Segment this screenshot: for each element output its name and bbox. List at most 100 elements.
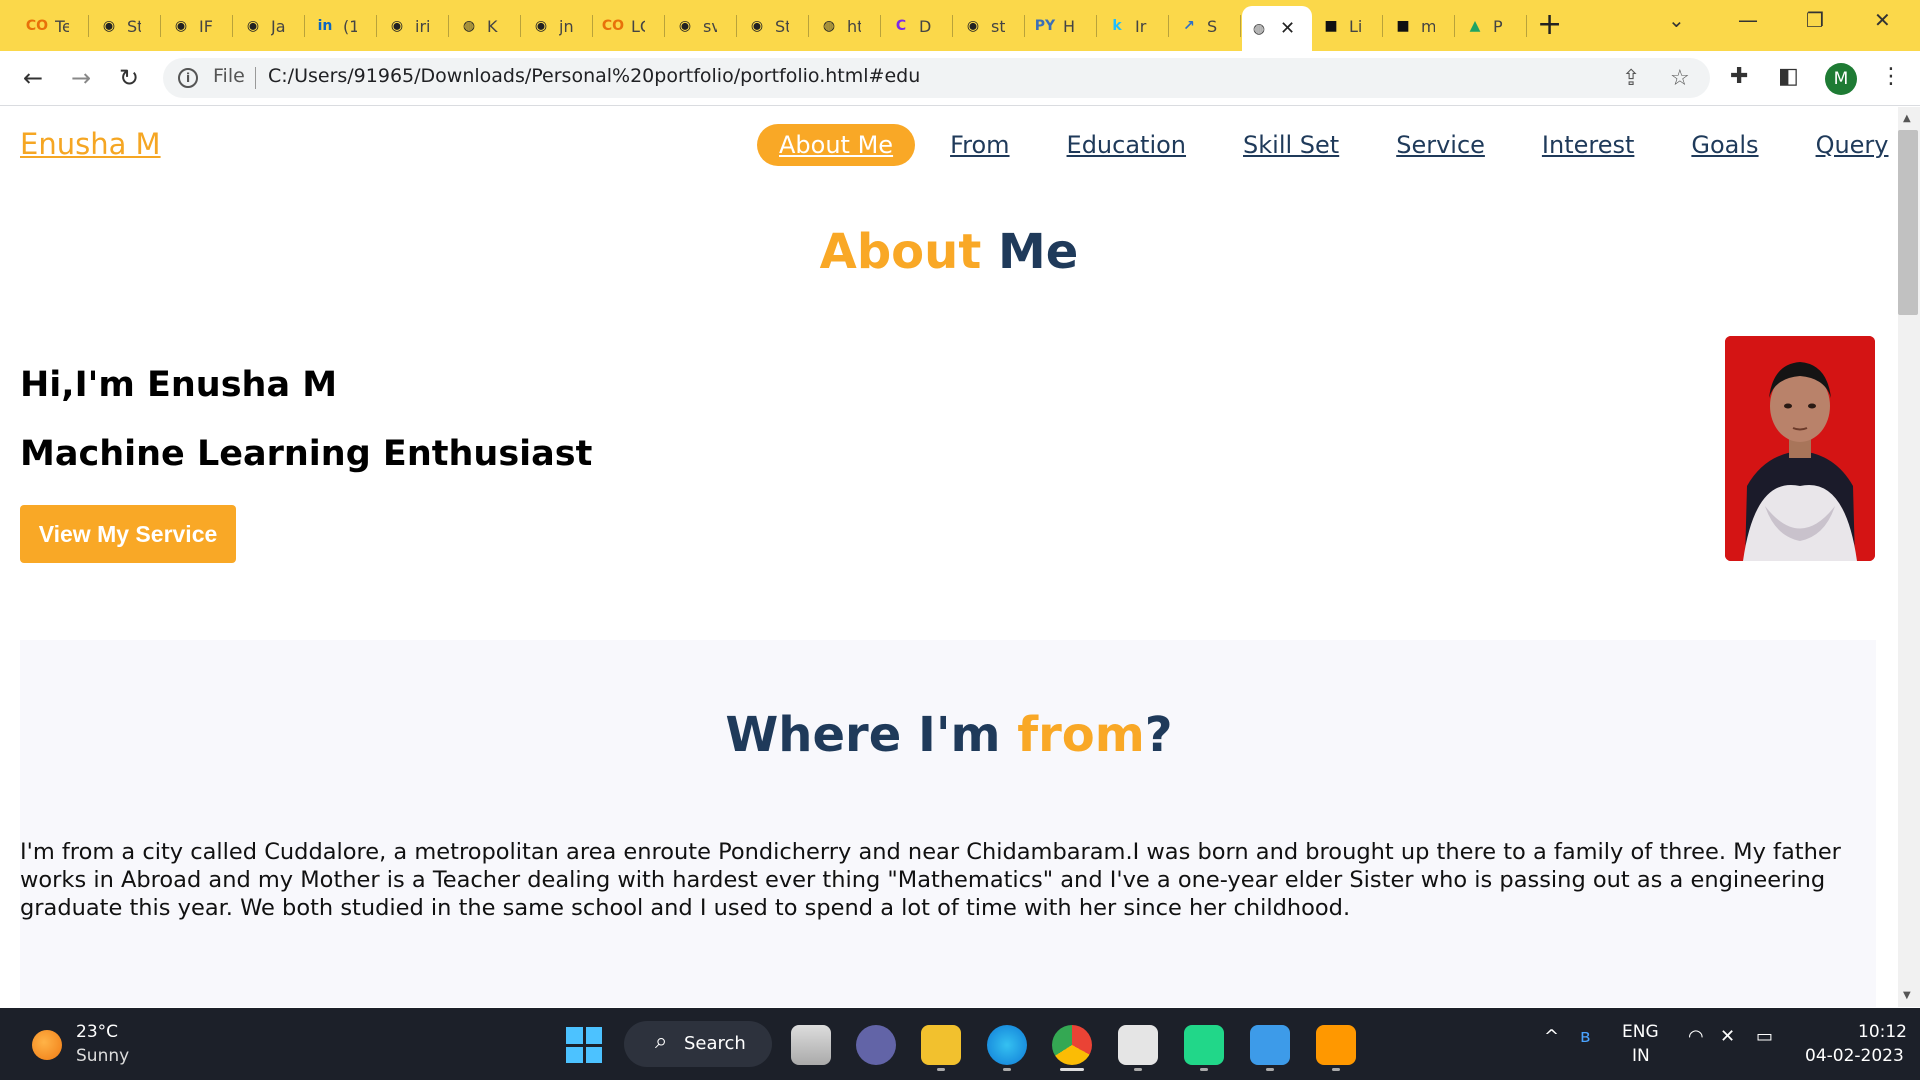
browser-tab[interactable]: ◍ K	[452, 9, 518, 43]
close-tab-icon[interactable]: ✕	[1280, 18, 1295, 39]
browser-tab[interactable]: ▲ P	[1458, 9, 1524, 43]
from-title-part-b: ?	[1144, 707, 1173, 763]
browser-tab[interactable]: ■ m	[1386, 9, 1452, 43]
site-info-icon[interactable]: i	[178, 68, 198, 88]
tab-title: m	[1421, 16, 1435, 36]
edge-browser-icon[interactable]	[987, 1025, 1027, 1065]
dark-app-icon: ■	[1396, 18, 1410, 34]
tab-search-icon[interactable]: ⌄	[1668, 8, 1685, 32]
tab-separator	[808, 15, 809, 37]
python-file-icon[interactable]	[1118, 1025, 1158, 1065]
show-hidden-icons-icon[interactable]: ^	[1544, 1026, 1559, 1047]
dark-app-icon: ■	[1324, 18, 1338, 34]
start-button-icon[interactable]	[566, 1027, 602, 1063]
browser-tab[interactable]: ◉ st	[956, 9, 1022, 43]
weather-temperature[interactable]: 23°C	[76, 1022, 118, 1042]
tab-title: St	[127, 16, 141, 36]
nav-education[interactable]: Education	[1067, 124, 1186, 166]
from-section	[20, 640, 1876, 1007]
nav-query[interactable]: Query	[1816, 124, 1889, 166]
language-indicator-bottom[interactable]: IN	[1632, 1046, 1650, 1066]
scroll-up-arrow-icon[interactable]: ▲	[1903, 113, 1911, 124]
globe-icon: ◍	[822, 18, 836, 34]
browser-tab[interactable]: ◉ Ja	[236, 9, 302, 43]
kaggle-icon: k	[1112, 18, 1122, 34]
tab-title: sv	[703, 16, 717, 36]
omnibox-divider	[255, 67, 256, 89]
scheme-label: File	[213, 65, 245, 87]
back-icon[interactable]: ←	[16, 61, 50, 95]
about-title-rest: Me	[981, 224, 1079, 280]
new-tab-button[interactable]: +	[1537, 10, 1562, 40]
browser-tab[interactable]: ◉ St	[740, 9, 806, 43]
clock-time[interactable]: 10:12	[1858, 1022, 1907, 1042]
side-panel-icon[interactable]: ◧	[1778, 64, 1799, 89]
canva-icon: C	[895, 18, 907, 34]
chrome-browser-icon[interactable]	[1052, 1025, 1092, 1065]
file-explorer-icon[interactable]	[921, 1025, 961, 1065]
pycharm-running-dot	[1200, 1068, 1208, 1071]
restore-icon[interactable]: ❐	[1806, 8, 1824, 32]
tab-title: IF	[199, 16, 213, 36]
extensions-icon[interactable]: ✚	[1730, 64, 1748, 89]
github-icon: ◉	[966, 18, 980, 34]
bluetooth-icon[interactable]: ʙ	[1580, 1026, 1590, 1047]
tab-title: iri	[415, 16, 429, 36]
reload-icon[interactable]: ↻	[112, 61, 146, 95]
minimize-icon[interactable]: —	[1738, 8, 1758, 32]
browser-tab[interactable]: ↗ S	[1172, 9, 1238, 43]
volume-muted-icon[interactable]: ✕	[1720, 1026, 1735, 1047]
from-title-part-a: Where I'm	[725, 707, 1018, 763]
tab-title: K	[487, 16, 498, 36]
browser-tab[interactable]: in (1	[308, 9, 374, 43]
browser-tab[interactable]: k Ir	[1100, 9, 1166, 43]
tab-title: (1	[343, 16, 357, 36]
language-indicator-top[interactable]: ENG	[1622, 1022, 1659, 1042]
tab-separator	[1382, 15, 1383, 37]
nav-from[interactable]: From	[950, 124, 1009, 166]
browser-tab[interactable]: CD	[884, 9, 950, 43]
weather-description[interactable]: Sunny	[76, 1046, 129, 1066]
active-browser-tab[interactable]: ◍ ✕	[1242, 6, 1312, 51]
taskbar-search[interactable]: Search	[624, 1021, 772, 1067]
browser-tab[interactable]: PY H	[1028, 9, 1094, 43]
sublime-running-dot	[1332, 1068, 1340, 1071]
browser-tab[interactable]: ◉ St	[92, 9, 158, 43]
weather-sun-icon[interactable]	[32, 1030, 62, 1060]
profile-avatar[interactable]: M	[1825, 63, 1857, 95]
browser-tab[interactable]: ◍ ht	[812, 9, 878, 43]
browser-tab[interactable]: ◉ jn	[524, 9, 590, 43]
battery-icon[interactable]: ▭	[1756, 1026, 1773, 1047]
clock-date[interactable]: 04-02-2023	[1805, 1046, 1904, 1066]
bookmark-star-icon[interactable]: ☆	[1670, 66, 1690, 91]
site-logo-link[interactable]: Enusha M	[20, 127, 161, 161]
nav-goals[interactable]: Goals	[1691, 124, 1758, 166]
browser-tab[interactable]: ◉ sv	[668, 9, 734, 43]
nav-service[interactable]: Service	[1396, 124, 1485, 166]
task-view-icon[interactable]	[791, 1025, 831, 1065]
browser-tab[interactable]: ◉ iri	[380, 9, 446, 43]
url-text[interactable]: C:/Users/91965/Downloads/Personal%20port…	[268, 65, 920, 87]
github-icon: ◉	[102, 18, 116, 34]
scrollbar-thumb[interactable]	[1898, 130, 1918, 315]
share-icon[interactable]: ⇪	[1622, 66, 1640, 91]
nav-interest[interactable]: Interest	[1542, 124, 1634, 166]
teams-chat-icon[interactable]	[856, 1025, 896, 1065]
nav-about-me[interactable]: About Me	[757, 124, 916, 166]
browser-tab[interactable]: CO LC	[596, 9, 662, 43]
wifi-icon[interactable]: ◠	[1688, 1026, 1704, 1047]
forward-icon[interactable]: →	[64, 61, 98, 95]
tab-separator	[880, 15, 881, 37]
close-window-icon[interactable]: ✕	[1874, 8, 1891, 32]
sublime-text-icon[interactable]	[1316, 1025, 1356, 1065]
scroll-down-arrow-icon[interactable]: ▼	[1903, 990, 1911, 1001]
nav-skill-set[interactable]: Skill Set	[1243, 124, 1339, 166]
pycharm-icon[interactable]	[1184, 1025, 1224, 1065]
tab-title: Ir	[1135, 16, 1147, 36]
browser-tab[interactable]: ■ Li	[1314, 9, 1380, 43]
menu-kebab-icon[interactable]: ⋮	[1880, 64, 1902, 89]
notepad-icon[interactable]	[1250, 1025, 1290, 1065]
view-service-button[interactable]: View My Service	[20, 505, 236, 563]
browser-tab[interactable]: ◉ IF	[164, 9, 230, 43]
browser-tab[interactable]: CO Te	[20, 9, 86, 43]
